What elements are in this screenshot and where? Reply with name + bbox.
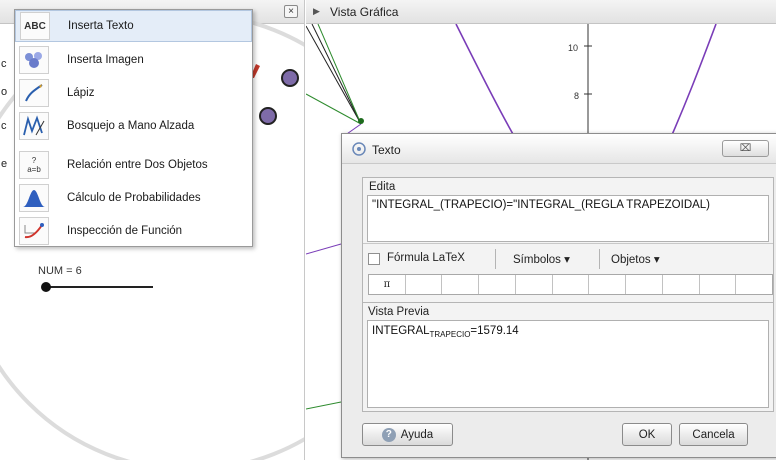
latex-formula-checkbox[interactable]	[368, 253, 380, 265]
preview-section: Vista Previa INTEGRALTRAPECIO=1579.14	[362, 302, 774, 412]
symbol-slot[interactable]	[516, 275, 553, 294]
green-line[interactable]	[317, 24, 362, 125]
tool-probability[interactable]: Cálculo de Probabilidades	[15, 182, 252, 214]
symbols-dropdown[interactable]: Símbolos ▾	[513, 252, 570, 266]
edit-section-label: Edita	[369, 181, 396, 193]
latex-formula-label: Fórmula LaTeX	[387, 252, 465, 264]
edge-fragment: c	[1, 58, 7, 70]
help-button-label: Ayuda	[400, 428, 434, 441]
symbol-slot[interactable]	[479, 275, 516, 294]
edge-fragment: e	[1, 158, 8, 170]
help-icon: ?	[381, 427, 396, 442]
abc-text-icon: ABC	[20, 12, 50, 40]
collapse-arrow-icon[interactable]: ▶	[313, 6, 320, 17]
symbol-slot[interactable]	[736, 275, 772, 294]
probability-icon	[19, 184, 49, 212]
image-icon	[19, 46, 49, 74]
tool-label: Inspección de Función	[67, 225, 183, 237]
symbol-slot[interactable]	[626, 275, 663, 294]
close-panel-button[interactable]: ×	[284, 5, 298, 18]
text-dialog: Texto ⌧ Edita "INTEGRAL_(TRAPECIO)="INTE…	[341, 133, 776, 458]
purple-point[interactable]	[259, 107, 277, 125]
tool-freehand-sketch[interactable]: Bosquejo a Mano Alzada	[15, 110, 252, 142]
tool-label: Bosquejo a Mano Alzada	[67, 120, 195, 132]
tool-label: Inserta Texto	[68, 20, 134, 32]
purple-point[interactable]	[281, 69, 299, 87]
tool-label: Relación entre Dos Objetos	[67, 159, 208, 171]
abc-icon-text: ABC	[24, 20, 46, 32]
symbol-slot[interactable]	[589, 275, 627, 294]
vertex-point[interactable]	[358, 118, 364, 124]
symbol-slot[interactable]	[663, 275, 700, 294]
symbol-slot[interactable]	[406, 275, 443, 294]
preview-subscript: TRAPECIO	[429, 330, 471, 339]
green-line[interactable]	[306, 401, 342, 410]
close-dialog-button[interactable]: ⌧	[722, 140, 769, 157]
tool-function-inspector[interactable]: Inspección de Función	[15, 215, 252, 247]
ok-button[interactable]: OK	[622, 423, 672, 446]
preview-section-label: Vista Previa	[368, 306, 430, 318]
num-slider-track[interactable]	[45, 286, 153, 288]
tool-label: Inserta Imagen	[67, 54, 144, 66]
num-slider-handle[interactable]	[41, 282, 51, 292]
edge-fragment: o	[1, 86, 8, 98]
symbol-slot[interactable]	[700, 275, 737, 294]
preview-main-text: INTEGRAL	[372, 325, 430, 337]
text-edit-field[interactable]: "INTEGRAL_(TRAPECIO)="INTEGRAL_(REGLA TR…	[367, 195, 769, 242]
function-inspect-icon	[19, 217, 49, 245]
text-dialog-icon	[352, 142, 366, 156]
tool-dropdown-menu: ABC Inserta Texto Inserta Imagen Lápiz B…	[14, 9, 253, 247]
dialog-titlebar[interactable]: Texto ⌧	[342, 134, 776, 164]
dialog-title: Texto	[372, 143, 401, 157]
black-line[interactable]	[311, 24, 362, 125]
tool-relation[interactable]: ? a=b Relación entre Dos Objetos	[15, 149, 252, 181]
symbol-slot[interactable]	[553, 275, 590, 294]
tool-label: Lápiz	[67, 87, 95, 99]
edge-fragment: c	[1, 120, 7, 132]
y-tick-label: 10	[568, 43, 578, 53]
pen-icon	[19, 79, 49, 107]
toolbar-separator	[495, 249, 496, 269]
relation-icon: ? a=b	[19, 151, 49, 179]
preview-result: =1579.14	[470, 325, 519, 337]
num-slider-label: NUM = 6	[38, 265, 82, 277]
tool-insert-text[interactable]: ABC Inserta Texto	[15, 10, 252, 42]
symbol-bar: π	[368, 274, 773, 295]
tool-label: Cálculo de Probabilidades	[67, 192, 201, 204]
graphics-view-header: ▶ Vista Gráfica	[306, 0, 776, 24]
toolbar-separator	[599, 249, 600, 269]
help-button[interactable]: ? Ayuda	[362, 423, 453, 446]
symbol-pi-button[interactable]: π	[369, 275, 406, 294]
tool-pen[interactable]: Lápiz	[15, 77, 252, 109]
symbol-slot[interactable]	[442, 275, 480, 294]
y-tick-label: 8	[574, 91, 579, 101]
relation-icon-text: ? a=b	[27, 156, 41, 174]
divider	[363, 243, 773, 244]
preview-box: INTEGRALTRAPECIO=1579.14	[367, 320, 769, 408]
freehand-icon	[19, 112, 49, 140]
cancel-button[interactable]: Cancela	[679, 423, 748, 446]
graphics-view-title: Vista Gráfica	[330, 5, 399, 19]
tool-insert-image[interactable]: Inserta Imagen	[15, 44, 252, 76]
purple-segment[interactable]	[306, 243, 342, 255]
algebra-panel: × c o c e NUM = 6 ABC Inserta Texto Inse…	[0, 0, 305, 460]
objects-dropdown[interactable]: Objetos ▾	[611, 252, 660, 266]
